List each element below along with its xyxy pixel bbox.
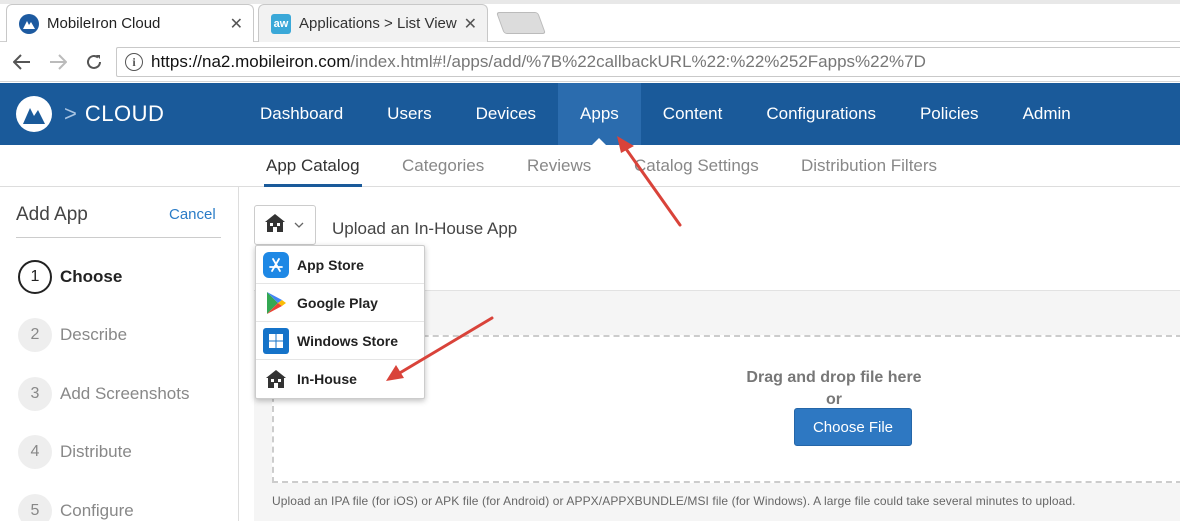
- step-label: Add Screenshots: [60, 384, 190, 403]
- app-type-select[interactable]: [254, 205, 316, 245]
- nav-content[interactable]: Content: [641, 83, 745, 145]
- cancel-link[interactable]: Cancel: [169, 206, 216, 223]
- app-store-icon: [263, 251, 289, 278]
- step-label: Configure: [60, 501, 134, 520]
- dropdown-item-app-store[interactable]: App Store: [256, 246, 424, 284]
- building-icon: [263, 366, 289, 392]
- building-icon: [264, 213, 286, 238]
- upload-help-text: Upload an IPA file (for iOS) or APK file…: [272, 494, 1076, 508]
- step-label: Distribute: [60, 442, 132, 461]
- app-header: > CLOUD Dashboard Users Devices Apps Con…: [0, 83, 1180, 145]
- nav-apps[interactable]: Apps: [558, 83, 641, 145]
- reload-icon[interactable]: [76, 44, 112, 80]
- dropdown-item-windows-store[interactable]: Windows Store: [256, 322, 424, 360]
- upload-title: Upload an In-House App: [332, 219, 518, 238]
- divider: [16, 237, 221, 238]
- wizard-step-describe[interactable]: 2 Describe: [18, 318, 127, 352]
- subnav-reviews[interactable]: Reviews: [527, 145, 591, 187]
- close-tab-icon[interactable]: ✕: [230, 14, 243, 34]
- brand[interactable]: > CLOUD: [16, 96, 164, 132]
- browser-tab-mobileiron[interactable]: MobileIron Cloud ✕: [6, 4, 254, 42]
- brand-text: CLOUD: [84, 101, 165, 126]
- mobileiron-favicon-icon: [19, 13, 39, 34]
- url-host: https://na2.mobileiron.com: [151, 52, 351, 71]
- back-icon[interactable]: [4, 44, 40, 80]
- google-play-icon: [263, 290, 289, 316]
- nav-users[interactable]: Users: [365, 83, 453, 145]
- dropdown-item-google-play[interactable]: Google Play: [256, 284, 424, 322]
- step-label: Choose: [60, 267, 123, 286]
- app-type-dropdown: App Store Google Play Windows Store In-H…: [255, 245, 425, 399]
- step-label: Describe: [60, 325, 128, 344]
- tab-title: MobileIron Cloud: [47, 15, 161, 32]
- subnav-catalog-settings[interactable]: Catalog Settings: [634, 145, 759, 187]
- dropzone-line1: Drag and drop file here: [746, 369, 922, 386]
- step-number: 5: [18, 494, 52, 521]
- nav-devices[interactable]: Devices: [454, 83, 558, 145]
- url-path: /index.html#!/apps/add/%7B%22callbackURL…: [350, 52, 926, 71]
- step-number: 4: [18, 435, 52, 469]
- subnav-categories[interactable]: Categories: [402, 145, 484, 187]
- brand-separator: >: [64, 101, 77, 126]
- subnav-distribution-filters[interactable]: Distribution Filters: [801, 145, 937, 187]
- browser-tab-applications[interactable]: aw Applications > List View ✕: [258, 4, 488, 42]
- wizard-step-distribute[interactable]: 4 Distribute: [18, 435, 132, 469]
- airwatch-favicon-icon: aw: [271, 13, 291, 34]
- nav-admin[interactable]: Admin: [1001, 83, 1093, 145]
- step-number: 3: [18, 377, 52, 411]
- wizard-step-add-screenshots[interactable]: 3 Add Screenshots: [18, 377, 189, 411]
- wizard-step-configure[interactable]: 5 Configure: [18, 494, 134, 521]
- address-bar-input[interactable]: i https://na2.mobileiron.com/index.html#…: [116, 47, 1180, 77]
- browser-toolbar: i https://na2.mobileiron.com/index.html#…: [0, 42, 1180, 82]
- mobileiron-logo-icon: [16, 96, 52, 132]
- step-number: 1: [18, 260, 52, 294]
- dropdown-item-in-house[interactable]: In-House: [256, 360, 424, 398]
- dropdown-item-label: Google Play: [297, 294, 378, 311]
- nav-configurations[interactable]: Configurations: [744, 83, 898, 145]
- nav-dashboard[interactable]: Dashboard: [238, 83, 365, 145]
- sub-nav: App Catalog Categories Reviews Catalog S…: [0, 145, 1180, 187]
- wizard-sidebar: Add App Cancel 1 Choose 2 Describe 3 Add…: [0, 187, 239, 521]
- new-tab-button[interactable]: [495, 12, 547, 34]
- sidebar-title: Add App: [16, 204, 88, 225]
- dropdown-item-label: Windows Store: [297, 332, 398, 349]
- tab-title: Applications > List View: [299, 15, 457, 32]
- close-tab-icon[interactable]: ✕: [464, 14, 477, 34]
- wizard-step-choose[interactable]: 1 Choose: [18, 260, 122, 294]
- info-icon[interactable]: i: [125, 53, 143, 71]
- main-nav: Dashboard Users Devices Apps Content Con…: [238, 83, 1093, 145]
- nav-policies[interactable]: Policies: [898, 83, 1001, 145]
- dropzone-text: Drag and drop file here or: [744, 367, 924, 411]
- dropdown-item-label: App Store: [297, 256, 364, 273]
- chevron-down-icon: [294, 219, 304, 231]
- browser-tab-bar: MobileIron Cloud ✕ aw Applications > Lis…: [0, 0, 1180, 42]
- dropdown-item-label: In-House: [297, 371, 357, 387]
- windows-icon: [263, 327, 289, 354]
- forward-icon[interactable]: [40, 44, 76, 80]
- subnav-app-catalog[interactable]: App Catalog: [264, 145, 362, 187]
- choose-file-button[interactable]: Choose File: [794, 408, 912, 446]
- step-number: 2: [18, 318, 52, 352]
